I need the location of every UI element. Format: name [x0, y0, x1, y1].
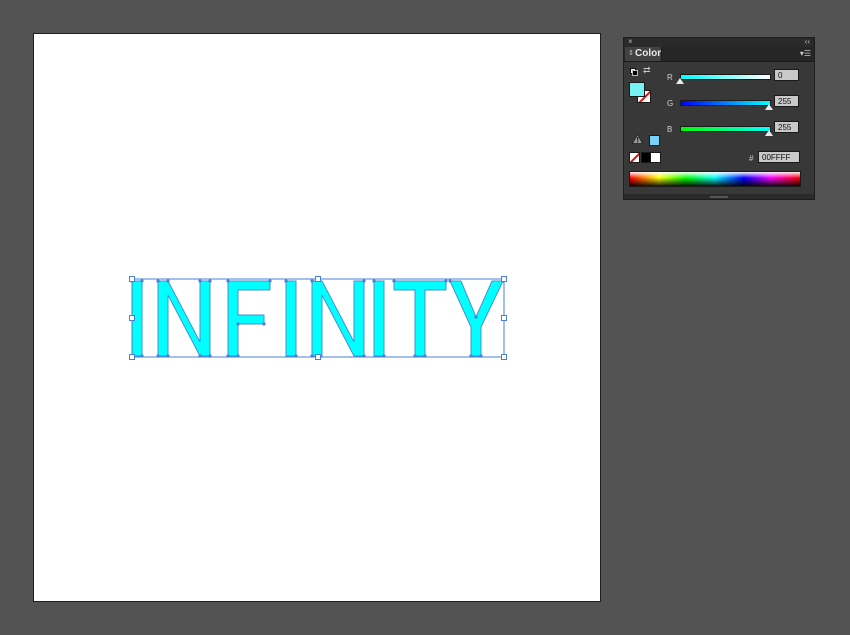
letter-t[interactable]	[393, 280, 447, 357]
handle-bottom-left[interactable]	[129, 354, 135, 360]
slider-g[interactable]	[680, 100, 771, 106]
slider-thumb-r[interactable]	[676, 78, 684, 84]
handle-bottom-middle[interactable]	[315, 354, 321, 360]
out-of-gamut-warning-icon[interactable]	[632, 134, 643, 144]
handle-top-left[interactable]	[129, 276, 135, 282]
hex-value-field[interactable]: 00FFFF	[758, 151, 800, 163]
handle-top-right[interactable]	[501, 276, 507, 282]
tab-options-icon[interactable]: ⇕	[628, 47, 634, 61]
channel-label-r: R	[667, 73, 673, 82]
fill-swatch[interactable]	[629, 82, 645, 97]
slider-r[interactable]	[680, 74, 771, 80]
hex-label: #	[749, 154, 754, 163]
slider-thumb-b[interactable]	[765, 130, 773, 136]
slider-thumb-g[interactable]	[765, 104, 773, 110]
handle-top-middle[interactable]	[315, 276, 321, 282]
value-field-r[interactable]: 0	[774, 69, 799, 81]
artwork-canvas[interactable]	[34, 34, 602, 603]
letter-i-3[interactable]	[373, 280, 385, 357]
channel-label-g: G	[667, 99, 674, 108]
collapse-icon[interactable]: ‹‹	[805, 37, 810, 46]
panel-tabbar: ⇕ Color ▾☰	[624, 47, 814, 62]
color-spectrum-bar[interactable]	[629, 171, 801, 187]
panel-titlebar[interactable]: × ‹‹	[624, 37, 814, 47]
default-fill-stroke-icon[interactable]	[630, 68, 638, 76]
handle-middle-right[interactable]	[501, 315, 507, 321]
swap-fill-stroke-icon[interactable]: ⇄	[643, 65, 651, 76]
none-swatch[interactable]	[629, 152, 640, 163]
letter-n-2[interactable]	[311, 280, 365, 357]
handle-bottom-right[interactable]	[501, 354, 507, 360]
panel-footer	[624, 194, 814, 199]
slider-b[interactable]	[680, 126, 771, 132]
close-icon[interactable]: ×	[628, 37, 633, 46]
websafe-color-swatch[interactable]	[649, 135, 660, 146]
tab-color[interactable]: ⇕ Color	[625, 47, 662, 61]
panel-menu-icon[interactable]: ▾☰	[800, 48, 811, 60]
infinity-text-outlines[interactable]	[131, 280, 504, 357]
white-swatch[interactable]	[650, 152, 661, 163]
channel-label-b: B	[667, 125, 673, 134]
tab-label: Color	[635, 48, 662, 59]
handle-middle-left[interactable]	[129, 315, 135, 321]
color-panel: × ‹‹ ⇕ Color ▾☰ ⇄ R 0 G 255 B 255 # 00FF…	[623, 37, 815, 200]
value-field-g[interactable]: 255	[774, 95, 799, 107]
artboard[interactable]	[33, 33, 601, 602]
resize-grip-icon[interactable]	[710, 196, 728, 198]
letter-n-1[interactable]	[157, 280, 211, 357]
letter-i-2[interactable]	[285, 280, 297, 357]
letter-f[interactable]	[227, 280, 271, 357]
value-field-b[interactable]: 255	[774, 121, 799, 133]
